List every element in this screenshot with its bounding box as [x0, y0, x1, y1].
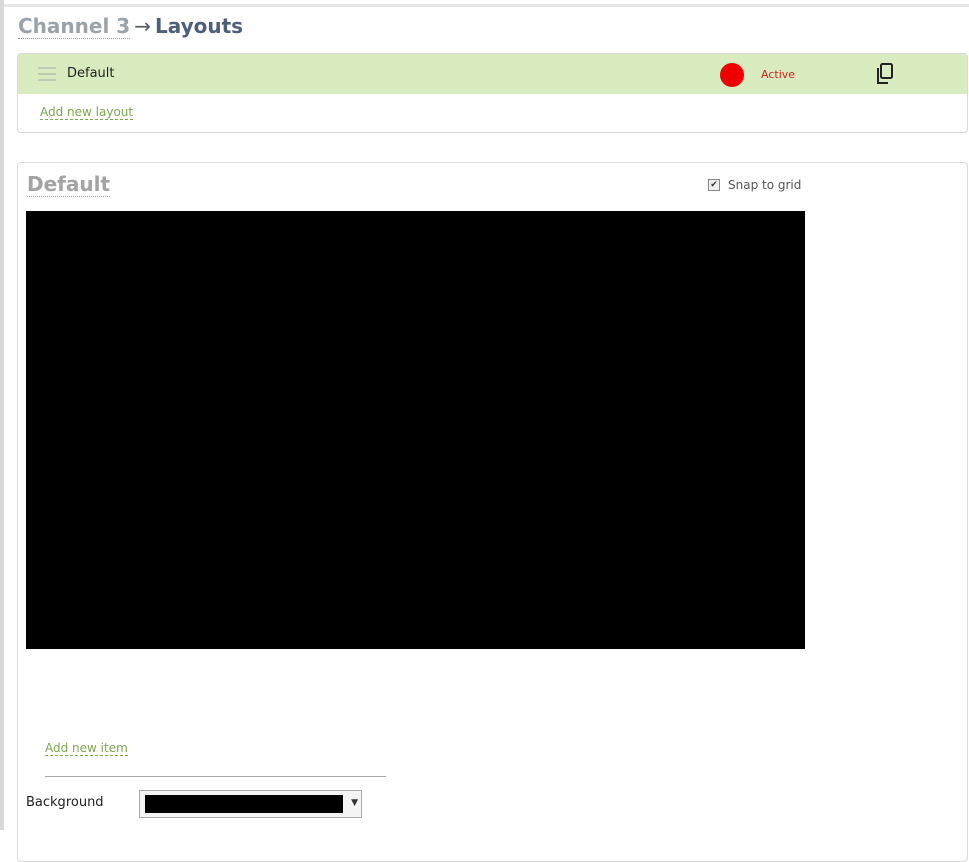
layout-title[interactable]: Default	[27, 172, 111, 197]
snap-to-grid-control: ✔ Snap to grid	[708, 178, 801, 192]
breadcrumb-channel-link[interactable]: Channel 3	[18, 14, 131, 39]
drag-handle-icon[interactable]	[38, 67, 56, 81]
dropdown-arrow-icon[interactable]: ▼	[351, 798, 358, 808]
layout-canvas[interactable]	[26, 211, 805, 649]
background-label: Background	[26, 795, 104, 810]
status-indicator-icon	[720, 63, 744, 87]
snap-to-grid-label[interactable]: Snap to grid	[728, 178, 801, 192]
background-color-swatch	[145, 795, 343, 813]
add-new-item-link[interactable]: Add new item	[45, 741, 128, 756]
top-border	[4, 4, 969, 7]
left-border	[0, 0, 4, 830]
layout-editor-panel: Default ✔ Snap to grid Add new item Back…	[17, 162, 968, 862]
breadcrumb-separator: →	[134, 14, 151, 38]
add-new-layout-link[interactable]: Add new layout	[40, 105, 134, 120]
layouts-list-panel: Default Active Add new layout	[17, 53, 968, 133]
layout-name[interactable]: Default	[67, 66, 115, 81]
background-color-select[interactable]: ▼	[139, 790, 362, 818]
copy-icon[interactable]	[873, 62, 895, 86]
layout-row-default[interactable]: Default Active	[18, 54, 967, 94]
page-title: Layouts	[154, 14, 244, 38]
status-label: Active	[761, 68, 796, 81]
snap-to-grid-checkbox[interactable]: ✔	[708, 179, 720, 191]
breadcrumb: Channel 3 → Layouts	[18, 14, 244, 39]
divider	[45, 776, 386, 777]
